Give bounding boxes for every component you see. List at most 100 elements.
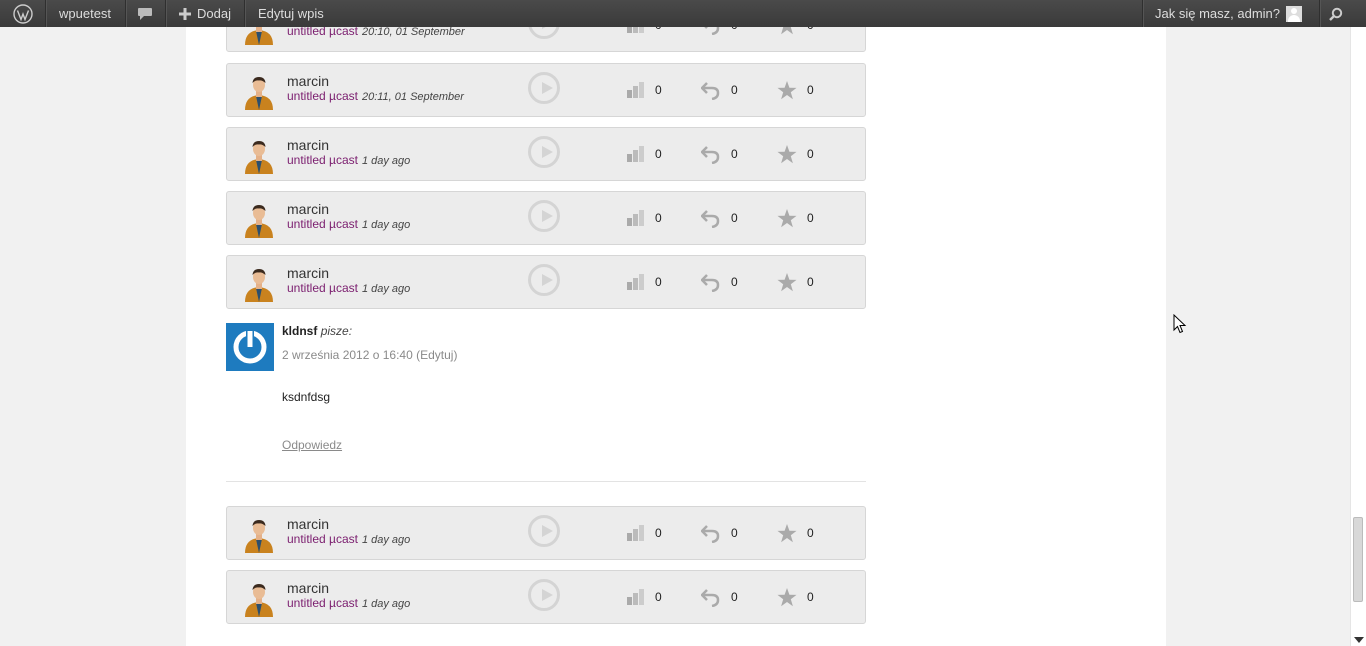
plays-count: 0 xyxy=(655,147,662,161)
ucast-title-link[interactable]: untitled µcast xyxy=(287,532,358,546)
comment-edit-link[interactable]: (Edytuj) xyxy=(416,348,457,362)
ucast-title-link[interactable]: untitled µcast xyxy=(287,217,358,231)
edit-post-link[interactable]: Edytuj wpis xyxy=(258,0,324,27)
ucast-author[interactable]: marcin xyxy=(287,137,329,153)
ucast-item: marcin untitled µcast 20:11, 01 September… xyxy=(226,63,866,117)
page-scrollbar[interactable] xyxy=(1350,27,1366,646)
plays-count: 0 xyxy=(655,590,662,604)
star-icon xyxy=(777,523,797,542)
ucast-time: 20:10, 01 September xyxy=(361,26,465,38)
replies-stat[interactable]: 0 xyxy=(701,273,738,292)
ucast-time: 20:11, 01 September xyxy=(361,91,464,103)
ucast-time: 1 day ago xyxy=(361,155,411,167)
user-avatar-icon xyxy=(245,269,273,302)
user-avatar-icon xyxy=(245,77,273,110)
ucast-time: 1 day ago xyxy=(361,283,411,295)
ucast-item: marcin untitled µcast 1 day ago 0 0 0 xyxy=(226,127,866,181)
scrollbar-thumb[interactable] xyxy=(1353,517,1363,602)
adminbar-search[interactable] xyxy=(1322,0,1349,27)
likes-stat[interactable]: 0 xyxy=(777,80,814,99)
likes-count: 0 xyxy=(807,590,814,604)
ucast-meta: untitled µcast 1 day ago xyxy=(287,153,410,167)
user-avatar-icon xyxy=(245,520,273,553)
comments-link[interactable] xyxy=(128,0,162,27)
play-button[interactable] xyxy=(528,136,560,168)
replies-count: 0 xyxy=(731,83,738,97)
likes-count: 0 xyxy=(807,211,814,225)
ucast-author[interactable]: marcin xyxy=(287,516,329,532)
ucast-time: 1 day ago xyxy=(361,534,411,546)
replies-stat[interactable]: 0 xyxy=(701,524,738,543)
ucast-meta: untitled µcast 1 day ago xyxy=(287,217,410,231)
ucast-author[interactable]: marcin xyxy=(287,265,329,281)
ucast-time: 1 day ago xyxy=(361,219,411,231)
scroll-down-arrow-icon[interactable] xyxy=(1354,637,1364,643)
ucast-meta: untitled µcast 1 day ago xyxy=(287,532,410,546)
ucast-meta: untitled µcast 1 day ago xyxy=(287,281,410,295)
comment-reply-link[interactable]: Odpowiedz xyxy=(282,438,342,452)
likes-count: 0 xyxy=(807,275,814,289)
plays-stat: 0 xyxy=(627,588,662,606)
account-greeting: Jak się masz, admin? xyxy=(1155,6,1280,21)
ucast-title-link[interactable]: untitled µcast xyxy=(287,153,358,167)
play-button[interactable] xyxy=(528,515,560,547)
bar-chart-icon xyxy=(627,82,644,98)
ucast-author[interactable]: marcin xyxy=(287,73,329,89)
replies-stat[interactable]: 0 xyxy=(701,588,738,607)
my-account-menu[interactable]: Jak się masz, admin? xyxy=(1155,0,1302,27)
replies-count: 0 xyxy=(731,275,738,289)
ucast-author[interactable]: marcin xyxy=(287,201,329,217)
user-avatar-icon xyxy=(245,584,273,617)
plays-stat: 0 xyxy=(627,209,662,227)
ucast-item: marcin untitled µcast 1 day ago 0 0 0 xyxy=(226,255,866,309)
user-avatar-icon xyxy=(245,205,273,238)
ucast-item: marcin untitled µcast 1 day ago 0 0 0 xyxy=(226,570,866,624)
comment-body: ksdnfdsg xyxy=(282,390,331,404)
reply-arrow-icon xyxy=(701,525,720,543)
comment-avatar xyxy=(226,323,274,371)
likes-stat[interactable]: 0 xyxy=(777,523,814,542)
play-button[interactable] xyxy=(528,264,560,296)
play-button[interactable] xyxy=(528,200,560,232)
plays-stat: 0 xyxy=(627,524,662,542)
search-icon xyxy=(1328,7,1342,21)
plays-count: 0 xyxy=(655,211,662,225)
bar-chart-icon xyxy=(627,146,644,162)
site-name-link[interactable]: wpuetest xyxy=(59,0,111,27)
likes-stat[interactable]: 0 xyxy=(777,272,814,291)
replies-stat[interactable]: 0 xyxy=(701,145,738,164)
star-icon xyxy=(777,80,797,99)
plays-count: 0 xyxy=(655,526,662,540)
new-content-menu[interactable]: Dodaj xyxy=(179,0,231,27)
plus-icon xyxy=(179,7,191,20)
star-icon xyxy=(777,144,797,163)
likes-stat[interactable]: 0 xyxy=(777,208,814,227)
ucast-author[interactable]: marcin xyxy=(287,580,329,596)
likes-stat[interactable]: 0 xyxy=(777,587,814,606)
reply-arrow-icon xyxy=(701,210,720,228)
ucast-title-link[interactable]: untitled µcast xyxy=(287,596,358,610)
reply-arrow-icon xyxy=(701,274,720,292)
adminbar-separator xyxy=(1319,0,1321,27)
replies-stat[interactable]: 0 xyxy=(701,81,738,100)
comment-says: pisze: xyxy=(320,324,353,338)
comment-author[interactable]: kldnsf xyxy=(282,324,317,338)
likes-count: 0 xyxy=(807,526,814,540)
bar-chart-icon xyxy=(627,589,644,605)
ucast-title-link[interactable]: untitled µcast xyxy=(287,89,358,103)
play-button[interactable] xyxy=(528,72,560,104)
comment-date[interactable]: 2 września 2012 o 16:40 xyxy=(282,348,413,362)
bar-chart-icon xyxy=(627,210,644,226)
ucast-title-link[interactable]: untitled µcast xyxy=(287,281,358,295)
replies-stat[interactable]: 0 xyxy=(701,209,738,228)
plays-count: 0 xyxy=(655,275,662,289)
comment-bubble-icon xyxy=(138,7,152,20)
likes-stat[interactable]: 0 xyxy=(777,144,814,163)
bar-chart-icon xyxy=(627,525,644,541)
likes-count: 0 xyxy=(807,83,814,97)
ucast-time: 1 day ago xyxy=(361,598,411,610)
play-button[interactable] xyxy=(528,579,560,611)
adminbar-separator xyxy=(244,0,246,27)
user-avatar-icon xyxy=(1286,5,1302,22)
wordpress-menu[interactable] xyxy=(0,0,45,27)
